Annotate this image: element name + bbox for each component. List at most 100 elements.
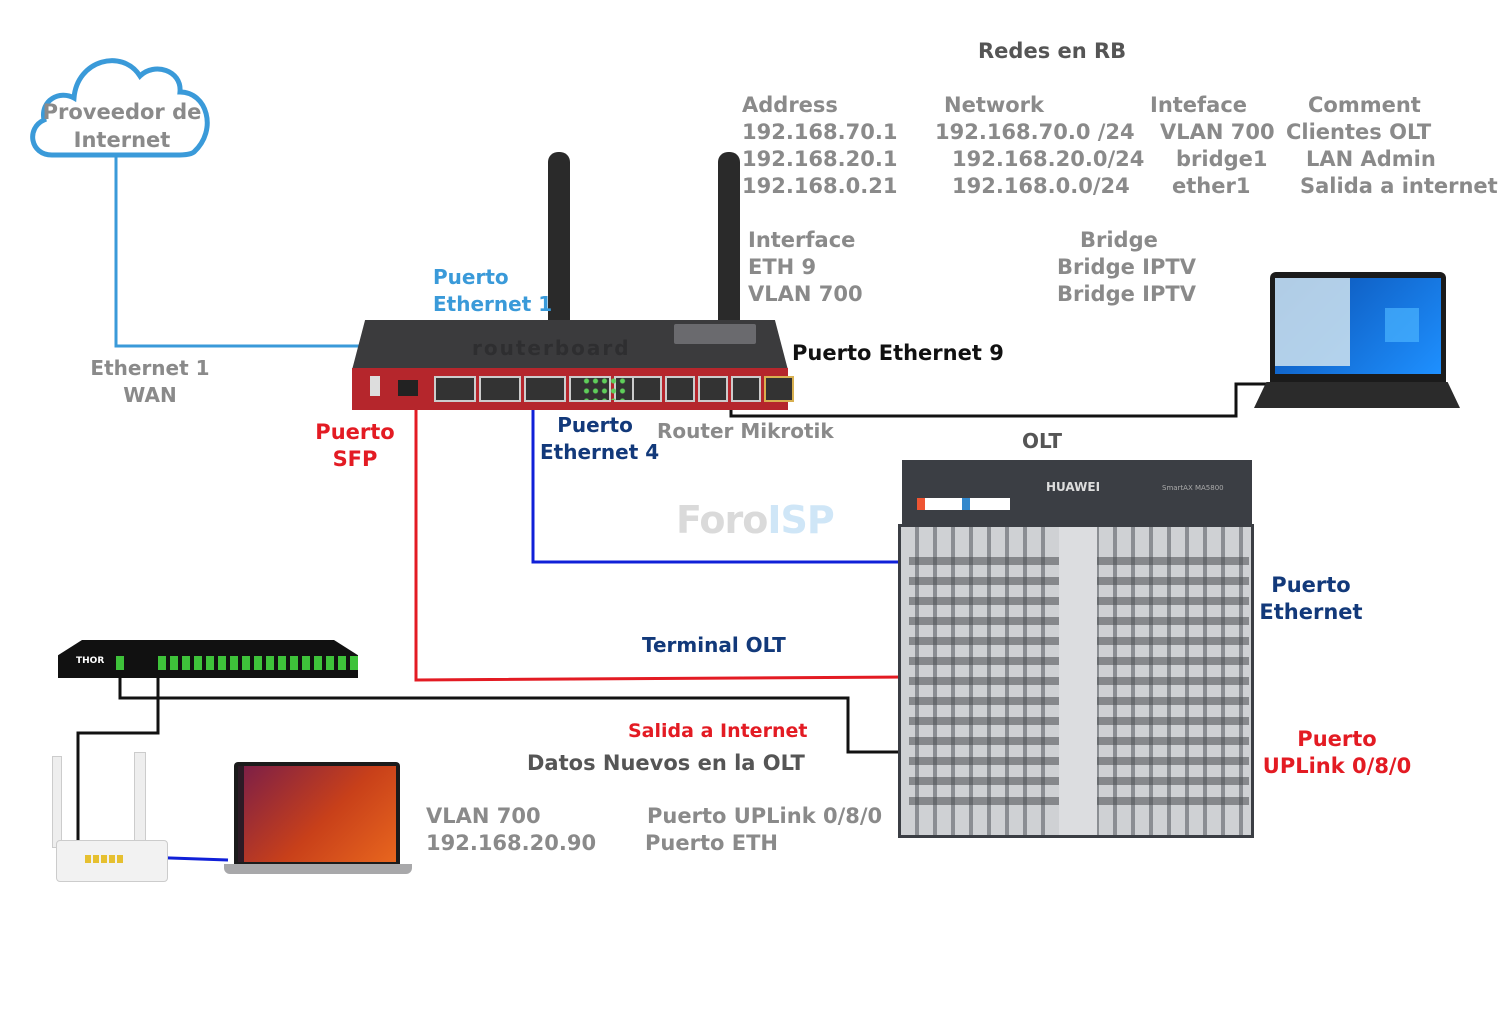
uplink-label: Puerto UPLink 0/8/0 <box>1260 726 1414 780</box>
fast-ports <box>632 376 794 402</box>
puerto-eth1-line2: Ethernet 1 <box>433 292 553 316</box>
puerto-eth4-label: Puerto Ethernet 4 <box>540 412 660 466</box>
router-front <box>352 368 794 410</box>
table-cell: ether1 <box>1172 174 1251 198</box>
fiber-splitter: THOR <box>58 640 358 678</box>
cloud-label-line2: Internet <box>73 128 171 152</box>
splitter-brand: THOR <box>76 656 105 666</box>
wan-label-line2: WAN <box>123 383 177 407</box>
bridge-name: Bridge IPTV <box>1057 282 1196 306</box>
puerto-eth1-line1: Puerto <box>433 265 509 289</box>
table-cell: Clientes OLT <box>1286 120 1432 144</box>
puerto-eth4-line2: Ethernet 4 <box>540 440 660 464</box>
eth8-port[interactable] <box>698 376 728 402</box>
splitter-output-ports <box>158 656 358 670</box>
table-cell: 192.168.70.1 <box>742 120 898 144</box>
puerto-eth9-label: Puerto Ethernet 9 <box>792 341 1004 365</box>
watermark-foro: Foro <box>676 498 768 542</box>
eth2-port[interactable] <box>479 376 521 402</box>
ubuntu-dock <box>238 766 244 862</box>
ont-lan-ports <box>85 855 125 863</box>
cloud-label: Proveedor de Internet <box>22 98 222 154</box>
olt-eth-label: Puerto Ethernet <box>1256 572 1366 626</box>
table-cell: Salida a internet <box>1300 174 1498 198</box>
puerto-sfp-label: Puerto SFP <box>300 419 410 473</box>
table-cell: 192.168.0.0/24 <box>952 174 1130 198</box>
table-cell: 192.168.70.0 /24 <box>935 120 1135 144</box>
start-menu <box>1275 278 1350 366</box>
olt-uplink-port-label: Puerto UPLink 0/8/0 <box>647 804 883 828</box>
windows-logo-icon <box>1385 308 1419 342</box>
table-header-comment: Comment <box>1308 93 1421 117</box>
puerto-eth1-label: Puerto Ethernet 1 <box>433 264 552 318</box>
olt-model: SmartAX MA5800 <box>1162 484 1224 492</box>
puerto-sfp-line1: Puerto <box>315 420 395 444</box>
client-ip-label: 192.168.20.90 <box>426 831 597 855</box>
table-cell: 192.168.20.1 <box>742 147 898 171</box>
ont-router <box>56 840 168 882</box>
bridge-interface: ETH 9 <box>748 255 817 279</box>
datos-nuevos-label: Datos Nuevos en la OLT <box>527 751 805 775</box>
splitter-input-port[interactable] <box>116 656 124 670</box>
olt-eth-line1: Puerto <box>1271 573 1351 597</box>
sfp-port[interactable] <box>398 380 418 396</box>
eth6-port[interactable] <box>632 376 662 402</box>
ont-antenna-icon <box>52 756 62 848</box>
ubuntu-laptop-base <box>224 864 412 874</box>
eth9-port[interactable] <box>731 376 761 402</box>
laptop-keyboard <box>1254 382 1460 408</box>
olt-eth-line2: Ethernet <box>1259 600 1363 624</box>
router-brand-text: routerboard <box>472 336 631 360</box>
olt-top-panel: HUAWEI SmartAX MA5800 <box>902 460 1252 524</box>
table-cell: 192.168.0.21 <box>742 174 898 198</box>
eth9-cable <box>729 382 1268 418</box>
olt-label: OLT <box>1022 429 1063 453</box>
salida-internet-label: Salida a Internet <box>628 720 808 742</box>
table-header-network: Network <box>944 93 1045 117</box>
bridge-header: Bridge <box>1080 228 1158 252</box>
watermark: ForoISP <box>676 498 835 542</box>
bridge-interface: VLAN 700 <box>748 282 863 306</box>
usb-port-icon <box>370 376 380 396</box>
splitter-ont-cable <box>76 668 160 855</box>
router-name-label: Router Mikrotik <box>657 419 834 443</box>
wan-label-line1: Ethernet 1 <box>90 356 210 380</box>
eth1-port[interactable] <box>434 376 476 402</box>
table-cell: bridge1 <box>1176 147 1268 171</box>
bridge-interface-header: Interface <box>748 228 856 252</box>
puerto-eth4-line1: Puerto <box>557 413 633 437</box>
olt-control-board <box>1059 527 1097 835</box>
ont-antenna-icon <box>134 752 146 854</box>
eth10-port[interactable] <box>764 376 794 402</box>
table-cell: VLAN 700 <box>1160 120 1275 144</box>
puerto-sfp-line2: SFP <box>332 447 378 471</box>
uplink-line2: UPLink 0/8/0 <box>1262 754 1412 778</box>
olt-eth-port-label: Puerto ETH <box>645 831 778 855</box>
ubuntu-screen <box>238 766 396 862</box>
table-cell: 192.168.20.0/24 <box>952 147 1145 171</box>
router-top: routerboard <box>352 320 788 370</box>
ubuntu-laptop <box>234 762 400 866</box>
cloud-label-line1: Proveedor de <box>42 100 202 124</box>
page-title: Redes en RB <box>978 39 1127 63</box>
watermark-isp: ISP <box>767 498 834 542</box>
antenna-icon <box>718 152 740 324</box>
olt-chassis <box>898 524 1254 838</box>
table-header-interface: Inteface <box>1150 93 1248 117</box>
windows-laptop <box>1270 272 1446 382</box>
led-panel <box>582 376 628 400</box>
olt-brand: HUAWEI <box>1046 480 1101 494</box>
uplink-line1: Puerto <box>1297 727 1377 751</box>
wan-label: Ethernet 1 WAN <box>90 355 210 409</box>
client-vlan-label: VLAN 700 <box>426 804 541 828</box>
warning-sticker <box>917 498 965 510</box>
windows-screen <box>1275 278 1441 374</box>
eth3-port[interactable] <box>524 376 566 402</box>
terminal-olt-label: Terminal OLT <box>642 633 786 657</box>
eth7-port[interactable] <box>665 376 695 402</box>
table-cell: LAN Admin <box>1306 147 1436 171</box>
table-header-address: Address <box>742 93 838 117</box>
router-display <box>674 324 756 344</box>
warning-sticker <box>962 498 1010 510</box>
bridge-name: Bridge IPTV <box>1057 255 1196 279</box>
